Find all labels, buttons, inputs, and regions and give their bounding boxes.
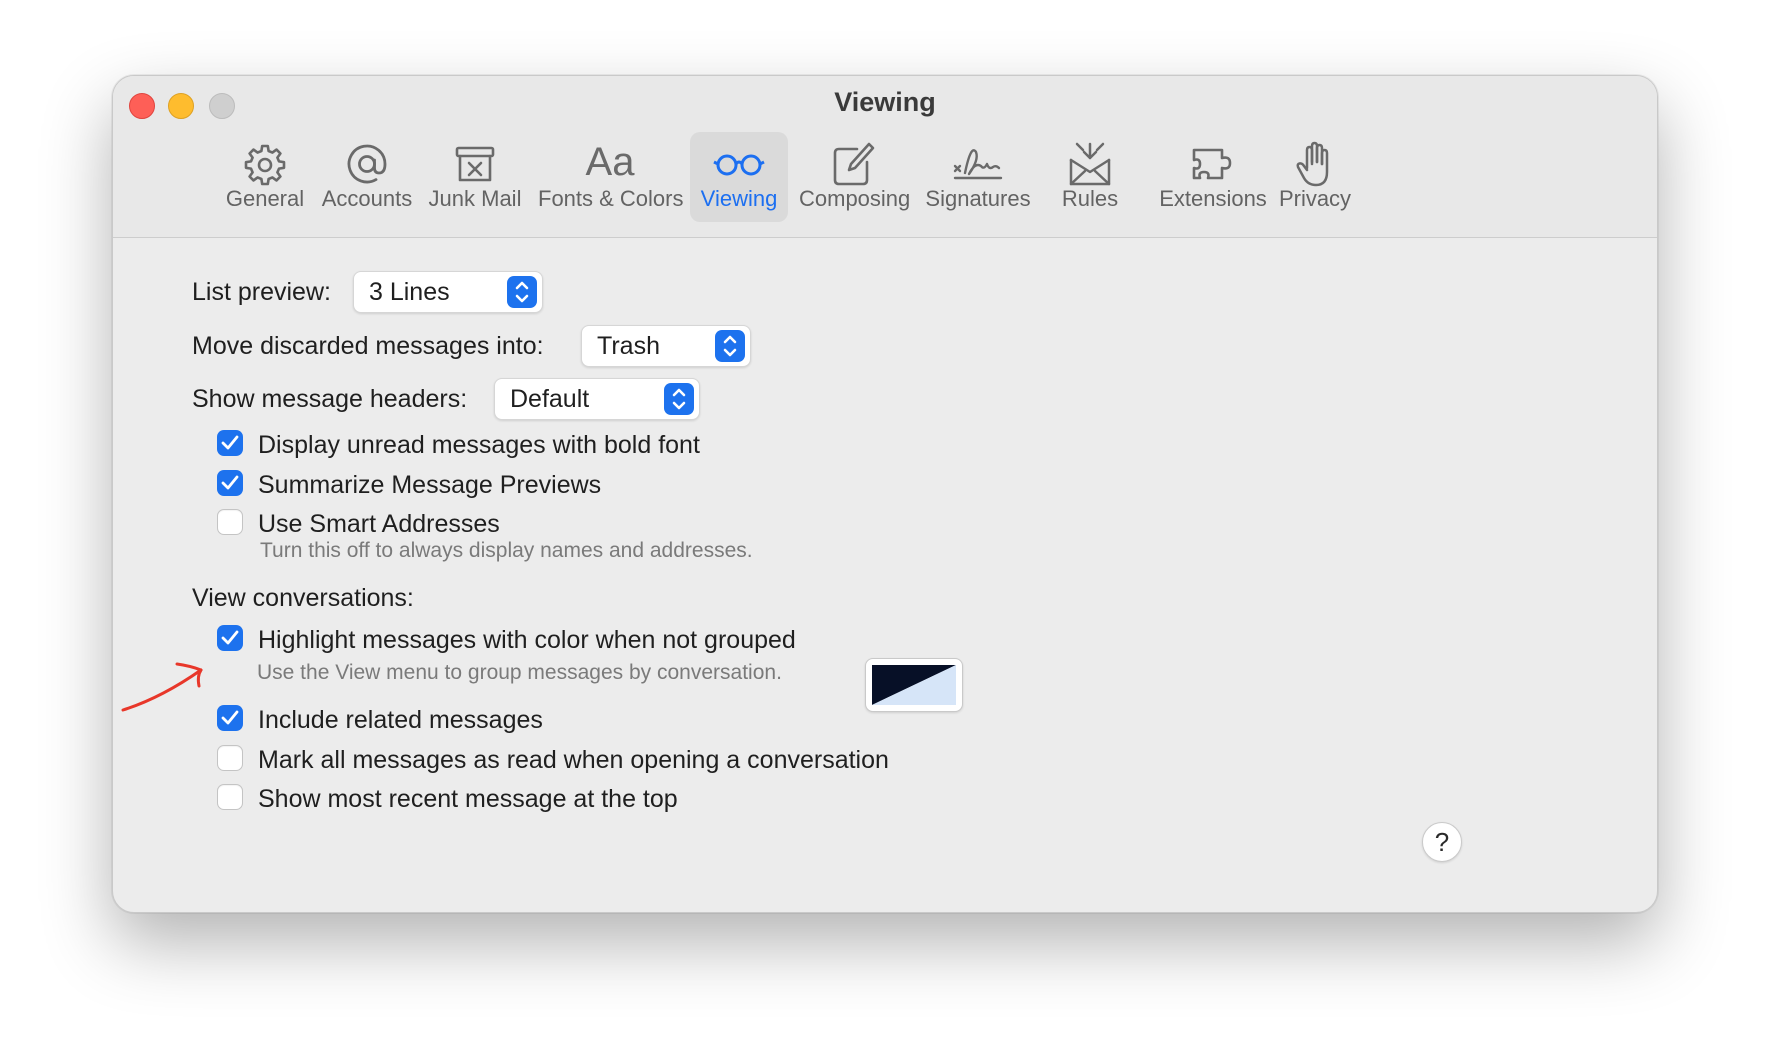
tab-signatures[interactable]: Signatures (921, 132, 1035, 222)
compose-icon (833, 142, 875, 186)
bold-unread-label: Display unread messages with bold font (258, 431, 700, 459)
glasses-icon (713, 154, 765, 176)
tab-junk-mail-label: Junk Mail (428, 186, 522, 211)
tab-rules-label: Rules (1061, 186, 1119, 211)
tab-extensions[interactable]: Extensions (1150, 132, 1276, 222)
summarize-previews-label: Summarize Message Previews (258, 471, 602, 499)
popup-stepper-icon (507, 276, 537, 308)
checkmark-icon (221, 710, 239, 725)
show-headers-popup[interactable]: Default (494, 378, 700, 420)
view-conversations-heading: View conversations: (192, 584, 414, 612)
checkmark-icon (221, 630, 239, 645)
signature-icon (953, 149, 1003, 180)
help-button[interactable]: ? (1422, 822, 1462, 862)
show-headers-label: Show message headers: (192, 385, 468, 413)
smart-addresses-label: Use Smart Addresses (258, 510, 500, 538)
tab-signatures-label: Signatures (925, 186, 1031, 211)
highlight-color-well[interactable] (865, 658, 963, 712)
tab-composing[interactable]: Composing (799, 132, 911, 222)
recent-top-checkbox[interactable] (217, 784, 243, 810)
checkmark-icon (221, 475, 239, 490)
recent-top-label: Show most recent message at the top (258, 785, 678, 813)
tab-accounts-label: Accounts (321, 186, 413, 211)
rules-icon (1069, 142, 1111, 186)
include-related-checkbox[interactable] (217, 705, 243, 731)
move-discarded-label: Move discarded messages into: (192, 332, 544, 360)
list-preview-label: List preview: (192, 278, 331, 306)
list-preview-value: 3 Lines (369, 278, 450, 306)
tab-viewing[interactable]: Viewing (690, 132, 788, 222)
popup-stepper-icon (715, 330, 745, 362)
mark-read-checkbox[interactable] (217, 745, 243, 771)
tab-extensions-label: Extensions (1159, 186, 1267, 211)
include-related-label: Include related messages (258, 706, 543, 734)
tab-general-label: General (225, 186, 305, 211)
mark-read-label: Mark all messages as read when opening a… (258, 746, 889, 774)
tab-composing-label: Composing (799, 186, 911, 211)
tab-rules[interactable]: Rules (1052, 132, 1128, 222)
at-sign-icon (347, 144, 387, 184)
show-headers-value: Default (510, 385, 590, 413)
fonts-icon: Aa (585, 140, 635, 184)
puzzle-icon (1192, 148, 1232, 180)
move-discarded-popup[interactable]: Trash (581, 325, 751, 367)
title-bar: Viewing General Accounts Junk Mail Aa Fo… (113, 76, 1657, 238)
popup-stepper-icon (664, 383, 694, 415)
summarize-previews-checkbox[interactable] (217, 470, 243, 496)
gear-icon (244, 144, 286, 186)
tab-viewing-label: Viewing (700, 186, 778, 211)
tab-junk-mail[interactable]: Junk Mail (427, 132, 523, 222)
tab-general[interactable]: General (220, 132, 310, 222)
annotation-arrow-icon (121, 662, 203, 712)
highlight-color-hint: Use the View menu to group messages by c… (257, 661, 782, 684)
checkmark-icon (221, 435, 239, 450)
tab-fonts-colors-label: Fonts & Colors (538, 186, 684, 211)
smart-addresses-checkbox[interactable] (217, 509, 243, 535)
tab-privacy[interactable]: Privacy (1275, 132, 1355, 222)
highlight-color-checkbox[interactable] (217, 625, 243, 651)
smart-addresses-hint: Turn this off to always display names an… (260, 539, 753, 562)
junk-mail-icon (455, 146, 495, 182)
list-preview-popup[interactable]: 3 Lines (353, 271, 543, 313)
preferences-toolbar: General Accounts Junk Mail Aa Fonts & Co… (113, 132, 1657, 224)
viewing-settings-pane: List preview: 3 Lines Move discarded mes… (113, 238, 1657, 912)
color-swatch-icon (872, 665, 956, 705)
preferences-window: Viewing General Accounts Junk Mail Aa Fo… (112, 75, 1658, 913)
tab-privacy-label: Privacy (1278, 186, 1352, 211)
highlight-color-label: Highlight messages with color when not g… (258, 626, 796, 654)
move-discarded-value: Trash (597, 332, 660, 360)
window-title: Viewing (834, 87, 936, 117)
tab-fonts-colors[interactable]: Aa Fonts & Colors (538, 132, 684, 222)
tab-accounts[interactable]: Accounts (318, 132, 416, 222)
bold-unread-checkbox[interactable] (217, 430, 243, 456)
hand-icon (1296, 141, 1329, 187)
